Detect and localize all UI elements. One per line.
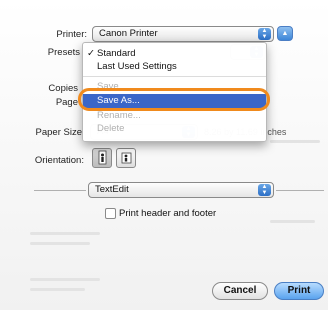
- faded-background-line: [30, 278, 100, 281]
- app-section-popup[interactable]: TextEdit ▲ ▼: [88, 182, 274, 198]
- print-button[interactable]: Print: [274, 282, 324, 300]
- cancel-button[interactable]: Cancel: [212, 282, 268, 300]
- checkmark-icon: ✓: [87, 48, 95, 59]
- popup-arrows-icon: ▲▼: [258, 184, 271, 196]
- print-header-label: Print header and footer: [119, 208, 217, 219]
- menu-item-label: Last Used Settings: [97, 61, 177, 72]
- printer-label: Printer:: [56, 29, 87, 40]
- menu-item-last-used-settings[interactable]: Last Used Settings: [83, 60, 266, 73]
- faded-background-line: [270, 140, 320, 143]
- paper-size-label: Paper Size: [35, 127, 82, 138]
- popup-arrows-icon: ▲▼: [258, 28, 271, 40]
- menu-item-delete: Delete: [83, 122, 266, 135]
- disclosure-button[interactable]: ▲: [277, 26, 293, 41]
- faded-background-line: [30, 288, 85, 291]
- portrait-orientation-button[interactable]: [92, 148, 112, 168]
- printer-popup-value: Canon Printer: [99, 28, 158, 39]
- faded-background-line: [30, 242, 90, 245]
- section-divider-left: [34, 190, 86, 191]
- landscape-orientation-button[interactable]: [116, 148, 136, 168]
- section-divider-right: [276, 190, 324, 191]
- print-header-checkbox[interactable]: [105, 208, 116, 219]
- faded-background-line: [270, 220, 315, 223]
- printer-popup[interactable]: Canon Printer ▲ ▼: [92, 26, 274, 42]
- copies-label: Copies: [48, 83, 78, 94]
- app-section-value: TextEdit: [95, 184, 129, 195]
- print-dialog: Printer: Canon Printer ▲▼ ▲ Presets ▲▼ C…: [0, 0, 328, 310]
- orientation-label: Orientation:: [34, 155, 84, 166]
- highlight-callout: [78, 88, 270, 111]
- menu-item-label: Delete: [97, 123, 125, 134]
- pages-label: Page: [55, 97, 78, 108]
- presets-label: Presets: [47, 47, 80, 58]
- menu-item-label: Standard: [97, 48, 136, 59]
- menu-item-standard[interactable]: ✓ Standard: [83, 47, 266, 60]
- faded-background-line: [30, 232, 100, 235]
- landscape-icon: [121, 152, 132, 164]
- portrait-icon: [98, 150, 107, 165]
- menu-separator: [83, 76, 266, 77]
